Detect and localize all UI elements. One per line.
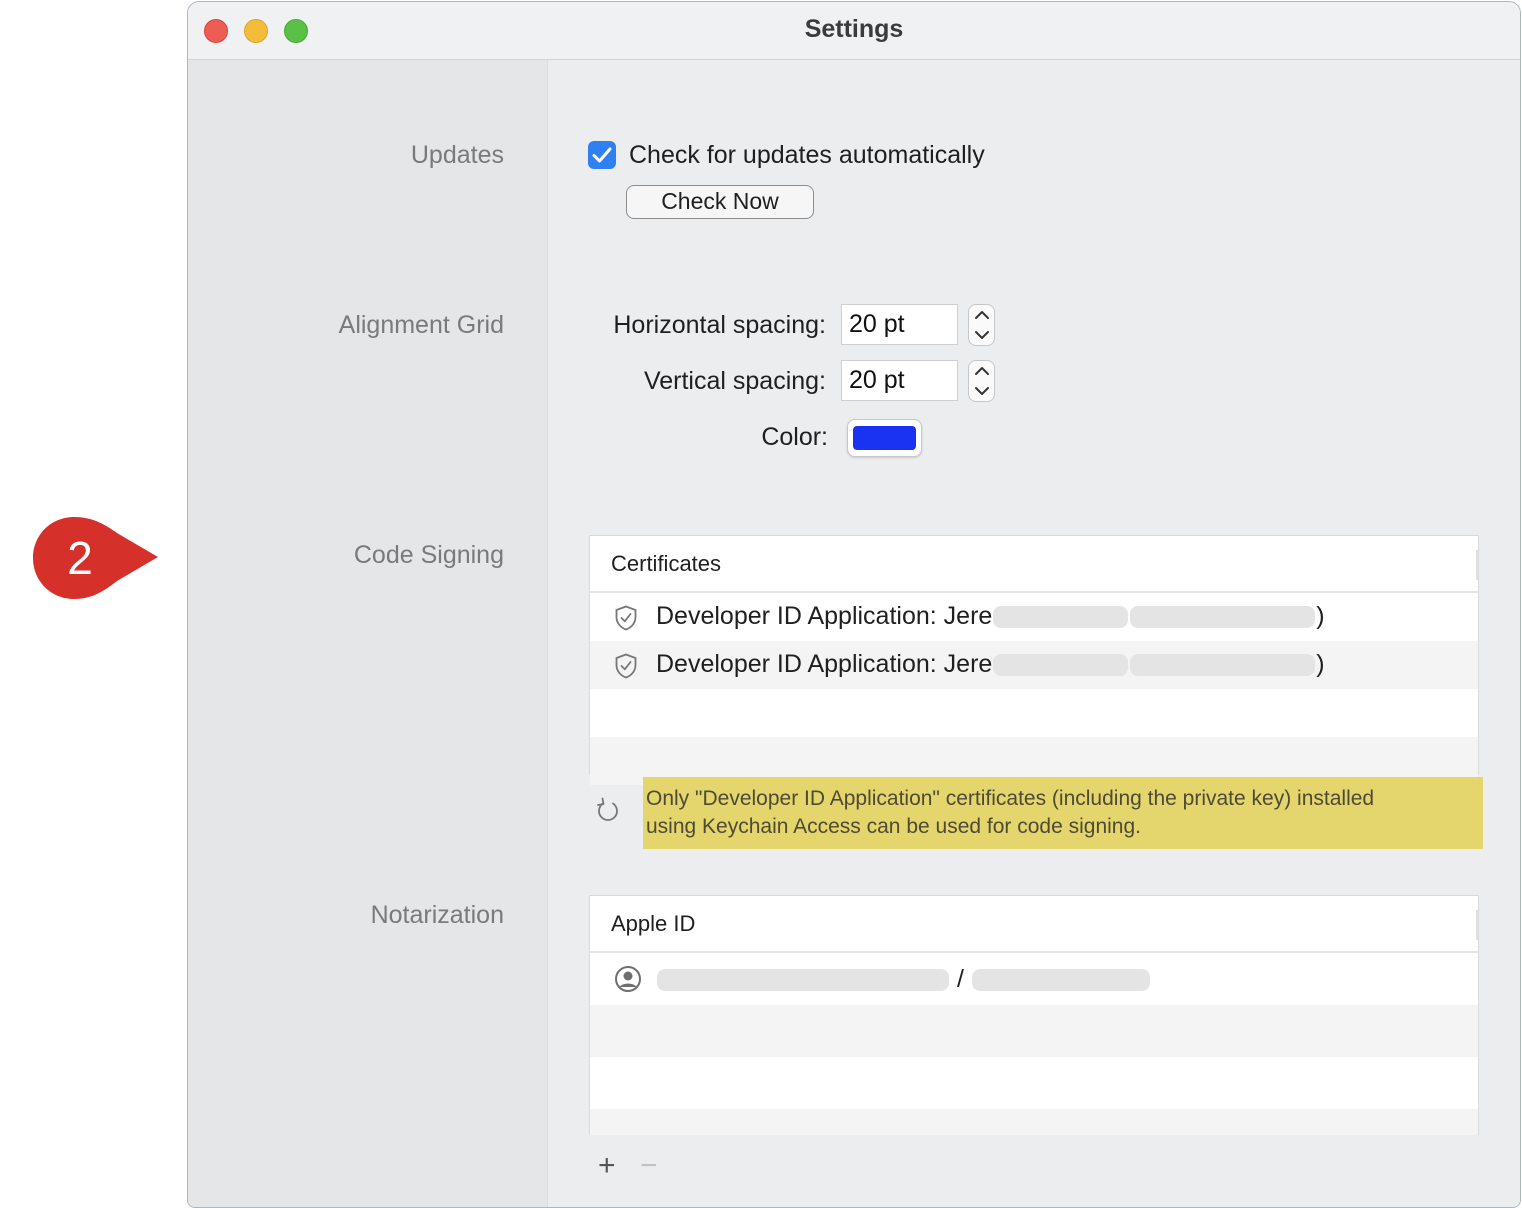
plus-icon[interactable]: + [598,1148,616,1184]
empty-row [590,1109,1478,1135]
section-label-alignment-grid: Alignment Grid [338,311,504,339]
settings-window: Settings Updates Alignment Grid Code Sig… [187,1,1521,1208]
empty-row [590,1057,1478,1109]
person-circle-icon [615,966,641,992]
certificate-row[interactable]: Developer ID Application: Jere) [590,593,1478,641]
vertical-spacing-field[interactable]: 20 pt [841,360,958,401]
section-label-code-signing: Code Signing [353,541,504,569]
apple-id-separator: / [956,965,964,993]
apple-id-row[interactable]: / [590,953,1478,1005]
certificate-name-suffix: ) [1316,650,1325,678]
apple-id-header-label: Apple ID [611,911,696,936]
redacted-name [993,606,1129,629]
column-separator [1476,910,1478,940]
section-label-updates: Updates [410,141,504,169]
certificate-name-prefix: Developer ID Application: Jere [656,602,993,630]
auto-update-checkbox[interactable] [588,141,616,169]
redacted-team-id [1130,654,1316,677]
redacted-name [993,654,1129,677]
section-sidebar [188,60,548,1207]
callout-number: 2 [67,532,93,584]
certificate-row[interactable]: Developer ID Application: Jere) [590,641,1478,689]
apple-id-value: / [656,965,1151,994]
notice-line-1: Only "Developer ID Application" certific… [646,787,1375,810]
redacted-team-id [971,969,1150,992]
apple-id-table: Apple ID / [589,895,1479,1135]
section-label-notarization: Notarization [370,901,504,929]
certificates-column-header[interactable]: Certificates [590,536,1478,593]
shield-check-icon [615,653,637,679]
vertical-spacing-label: Vertical spacing: [643,367,826,395]
empty-row [590,1005,1478,1057]
certificate-name: Developer ID Application: Jere) [656,602,1325,631]
check-now-button[interactable]: Check Now [626,185,814,219]
refresh-icon[interactable] [595,796,623,826]
certificate-name: Developer ID Application: Jere) [656,650,1325,679]
horizontal-spacing-field[interactable]: 20 pt [841,304,958,345]
certificates-header-label: Certificates [611,551,722,576]
chevron-down-icon[interactable] [974,386,990,396]
apple-id-column-header[interactable]: Apple ID [590,896,1478,953]
empty-row [590,689,1478,737]
window-title: Settings [804,15,904,43]
checkmark-icon [592,147,612,163]
redacted-email [657,969,949,992]
certificate-name-prefix: Developer ID Application: Jere [656,650,993,678]
grid-color-label: Color: [761,423,828,451]
horizontal-spacing-label: Horizontal spacing: [613,311,826,339]
grid-color-swatch [853,426,916,450]
vertical-spacing-stepper[interactable] [968,360,995,402]
chevron-up-icon[interactable] [974,310,990,320]
redacted-team-id [1130,606,1316,629]
certificate-name-suffix: ) [1316,602,1325,630]
shield-check-icon [615,605,637,631]
notice-line-2: using Keychain Access can be used for co… [646,815,1141,838]
chevron-down-icon[interactable] [974,330,990,340]
horizontal-spacing-stepper[interactable] [968,304,995,346]
certificates-table: Certificates Developer ID Application: J… [589,535,1479,785]
chevron-up-icon[interactable] [974,366,990,376]
grid-color-well[interactable] [847,419,922,457]
column-separator [1476,550,1478,580]
step-callout: 2 [33,517,159,599]
minus-icon[interactable]: − [640,1148,658,1184]
title-bar: Settings [188,2,1520,60]
auto-update-label[interactable]: Check for updates automatically [629,141,985,170]
code-signing-notice: Only "Developer ID Application" certific… [643,777,1483,849]
